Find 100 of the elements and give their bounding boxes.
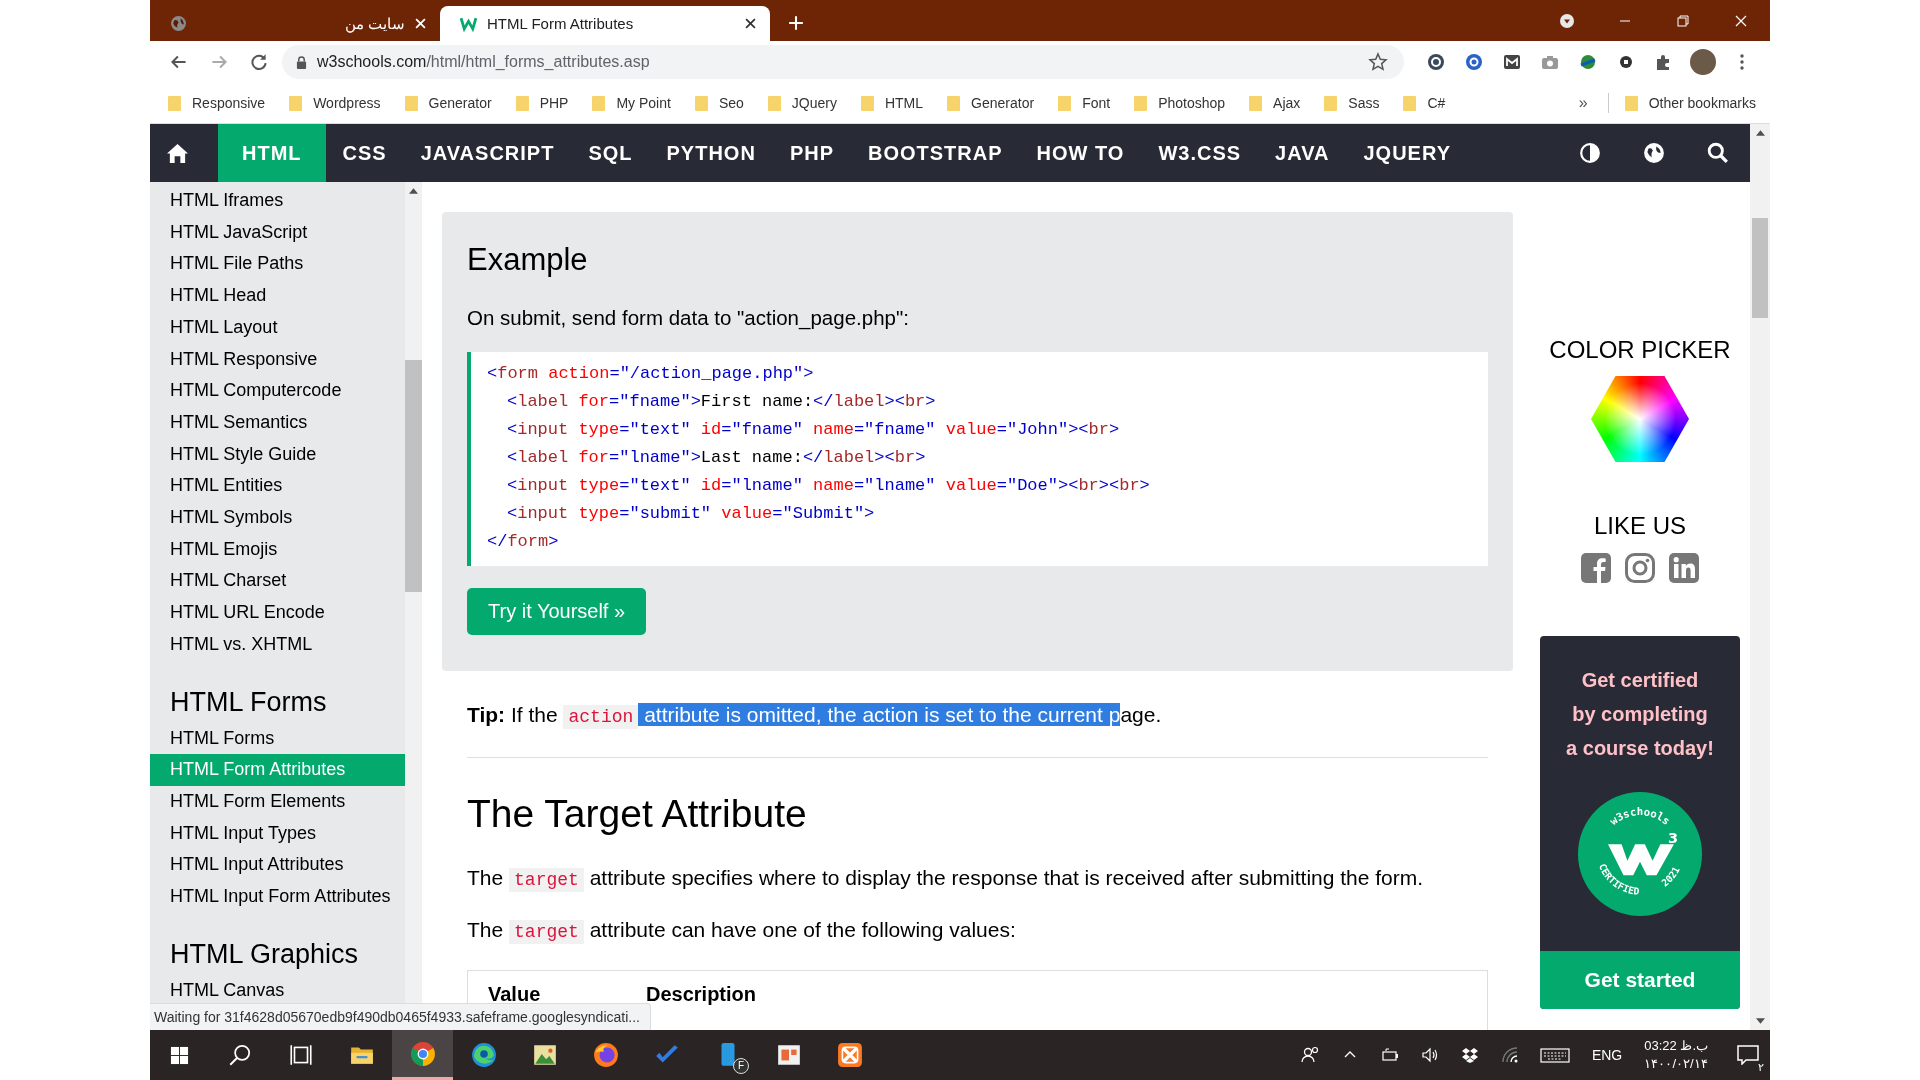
scrollbar-thumb[interactable] bbox=[405, 360, 422, 592]
restore-icon[interactable] bbox=[1675, 13, 1691, 29]
bookmark-link[interactable]: Generator bbox=[947, 95, 1035, 111]
nav-link[interactable]: BOOTSTRAP bbox=[851, 124, 1020, 182]
nav-link[interactable]: JQUERY bbox=[1346, 124, 1468, 182]
linkedin-icon[interactable] bbox=[1668, 552, 1700, 584]
sidebar-link[interactable]: HTML Emojis bbox=[150, 533, 405, 566]
search-icon[interactable] bbox=[1707, 142, 1729, 164]
wifi-icon[interactable] bbox=[1499, 1045, 1520, 1065]
browser-tab[interactable]: HTML Form Attributes bbox=[440, 6, 770, 41]
code-line: <label for="lname">Last name:</label><br> bbox=[506, 447, 927, 469]
nav-link[interactable]: PYTHON bbox=[649, 124, 773, 182]
bookmark-link[interactable]: C# bbox=[1403, 95, 1446, 111]
browser-tab[interactable]: سایت من bbox=[150, 6, 440, 41]
paragraph-text: The target attribute specifies where to display the response that is received after submitting the form. bbox=[467, 866, 1425, 890]
extension-icon[interactable] bbox=[1464, 52, 1484, 72]
sidebar-link[interactable]: HTML JavaScript bbox=[150, 216, 405, 249]
scroll-down-icon[interactable] bbox=[1755, 1018, 1765, 1024]
code-line: <input type="text" id="fname" name="fname" value="John"><br> bbox=[506, 419, 1121, 441]
sidebar-link[interactable]: HTML Input Form Attributes bbox=[150, 881, 405, 913]
bookmark-link[interactable]: Responsive bbox=[168, 95, 266, 111]
code-line: <label for="fname">First name:</label><br> bbox=[506, 391, 937, 413]
folder-icon bbox=[1134, 95, 1148, 111]
more-bookmarks-button[interactable]: » bbox=[1578, 94, 1588, 112]
sidebar-link[interactable]: HTML Input Types bbox=[150, 817, 405, 850]
nav-link[interactable]: PHP bbox=[772, 124, 851, 182]
scroll-up-icon[interactable] bbox=[1755, 130, 1765, 136]
keyboard-icon[interactable] bbox=[1539, 1045, 1570, 1065]
folder-icon bbox=[1249, 95, 1263, 111]
language-indicator[interactable]: ENG bbox=[1591, 1047, 1623, 1063]
bookmark-link[interactable]: Photoshop bbox=[1134, 95, 1226, 111]
bookmark-link[interactable]: HTML bbox=[860, 95, 924, 111]
folder-icon bbox=[947, 95, 961, 111]
sidebar-link[interactable]: HTML Semantics bbox=[150, 406, 405, 439]
sidebar-link[interactable]: HTML Style Guide bbox=[150, 438, 405, 471]
folder-icon bbox=[289, 95, 303, 111]
sidebar-link[interactable]: HTML Symbols bbox=[150, 502, 405, 534]
color-picker-heading: COLOR PICKER bbox=[1549, 336, 1731, 364]
nav-link[interactable]: JAVA bbox=[1258, 124, 1347, 182]
sidebar-link[interactable]: HTML Layout bbox=[150, 311, 405, 344]
bookmark-link[interactable]: Seo bbox=[694, 95, 744, 111]
page-scrollbar[interactable] bbox=[1750, 124, 1770, 1030]
nav-link[interactable]: W3.CSS bbox=[1141, 124, 1259, 182]
sidebar-link[interactable]: HTML File Paths bbox=[150, 248, 405, 281]
profile-avatar[interactable] bbox=[1690, 49, 1716, 75]
globe-icon[interactable] bbox=[1578, 52, 1598, 72]
sidebar-link[interactable]: HTML Input Attributes bbox=[150, 849, 405, 882]
bookmark-link[interactable]: JQuery bbox=[767, 95, 837, 111]
volume-icon[interactable] bbox=[1419, 1045, 1440, 1065]
new-tab-icon[interactable] bbox=[788, 15, 804, 31]
clock-button[interactable]: ب.ظ 03:22 ۱۴۰۰/۰۲/۱۴ bbox=[1634, 1030, 1718, 1080]
sidebar-link[interactable]: HTML Computercode bbox=[150, 375, 405, 407]
nav-link[interactable]: JAVASCRIPT bbox=[403, 124, 572, 182]
instagram-icon[interactable] bbox=[1624, 552, 1656, 584]
folder-icon bbox=[860, 95, 874, 111]
example-text: On submit, send form data to "action_page.php": bbox=[467, 306, 910, 330]
tab-title: سایت من bbox=[343, 14, 405, 33]
tab-title: HTML Form Attributes bbox=[487, 15, 635, 32]
close-icon[interactable] bbox=[1733, 13, 1749, 29]
presentation-icon bbox=[775, 1042, 802, 1068]
scroll-up-icon[interactable] bbox=[409, 188, 418, 194]
mail-icon[interactable] bbox=[1502, 52, 1522, 72]
sidebar-link[interactable]: HTML Charset bbox=[150, 565, 405, 598]
sidebar-link[interactable]: HTML Head bbox=[150, 280, 405, 312]
sidebar-link[interactable]: HTML Form Elements bbox=[150, 785, 405, 818]
sidebar-link[interactable]: HTML URL Encode bbox=[150, 597, 405, 629]
bookmark-link[interactable]: Font bbox=[1058, 95, 1111, 111]
star-icon[interactable] bbox=[1368, 52, 1388, 72]
app-icon bbox=[836, 1042, 863, 1068]
folder-icon bbox=[404, 95, 418, 111]
sidebar-link[interactable]: HTML Entities bbox=[150, 470, 405, 503]
extension-icon[interactable] bbox=[1426, 52, 1446, 72]
sidebar-link[interactable]: HTML vs. XHTML bbox=[150, 628, 405, 661]
folder-icon bbox=[1058, 95, 1072, 111]
windows-start-icon[interactable] bbox=[170, 1045, 189, 1065]
bookmark-link[interactable]: Sass bbox=[1324, 95, 1380, 111]
scrollbar-thumb[interactable] bbox=[1752, 218, 1768, 318]
dropdown-icon[interactable] bbox=[1559, 13, 1575, 29]
notifications-button[interactable]: ۲ bbox=[1726, 1030, 1770, 1080]
bookmark-link[interactable]: My Point bbox=[592, 95, 671, 111]
reload-icon[interactable] bbox=[248, 51, 270, 73]
nav-link[interactable]: CSS bbox=[325, 124, 404, 182]
nav-link[interactable]: SQL bbox=[571, 124, 650, 182]
close-icon[interactable] bbox=[745, 18, 756, 29]
facebook-icon[interactable] bbox=[1580, 552, 1612, 584]
bookmark-link[interactable]: Wordpress bbox=[289, 95, 381, 111]
taskbar-app[interactable]: F bbox=[697, 1030, 758, 1080]
people-icon[interactable] bbox=[1299, 1045, 1320, 1065]
bookmark-link[interactable]: PHP bbox=[515, 95, 569, 111]
globe-icon[interactable] bbox=[1643, 142, 1665, 164]
bookmark-link[interactable]: Ajax bbox=[1249, 95, 1301, 111]
sidebar-link[interactable]: HTML Forms bbox=[150, 722, 405, 755]
bookmark-link[interactable]: Generator bbox=[404, 95, 492, 111]
folder-icon bbox=[767, 95, 781, 111]
sidebar-link[interactable]: HTML Iframes bbox=[150, 185, 405, 217]
bookmark-link[interactable]: Other bookmarks bbox=[1624, 95, 1756, 111]
address-field[interactable]: w3schools.com/html/html_forms_attributes.asp bbox=[282, 45, 1404, 79]
contrast-icon[interactable] bbox=[1579, 142, 1601, 164]
sidebar-link[interactable]: HTML Responsive bbox=[150, 343, 405, 376]
nav-link[interactable]: HOW TO bbox=[1019, 124, 1142, 182]
